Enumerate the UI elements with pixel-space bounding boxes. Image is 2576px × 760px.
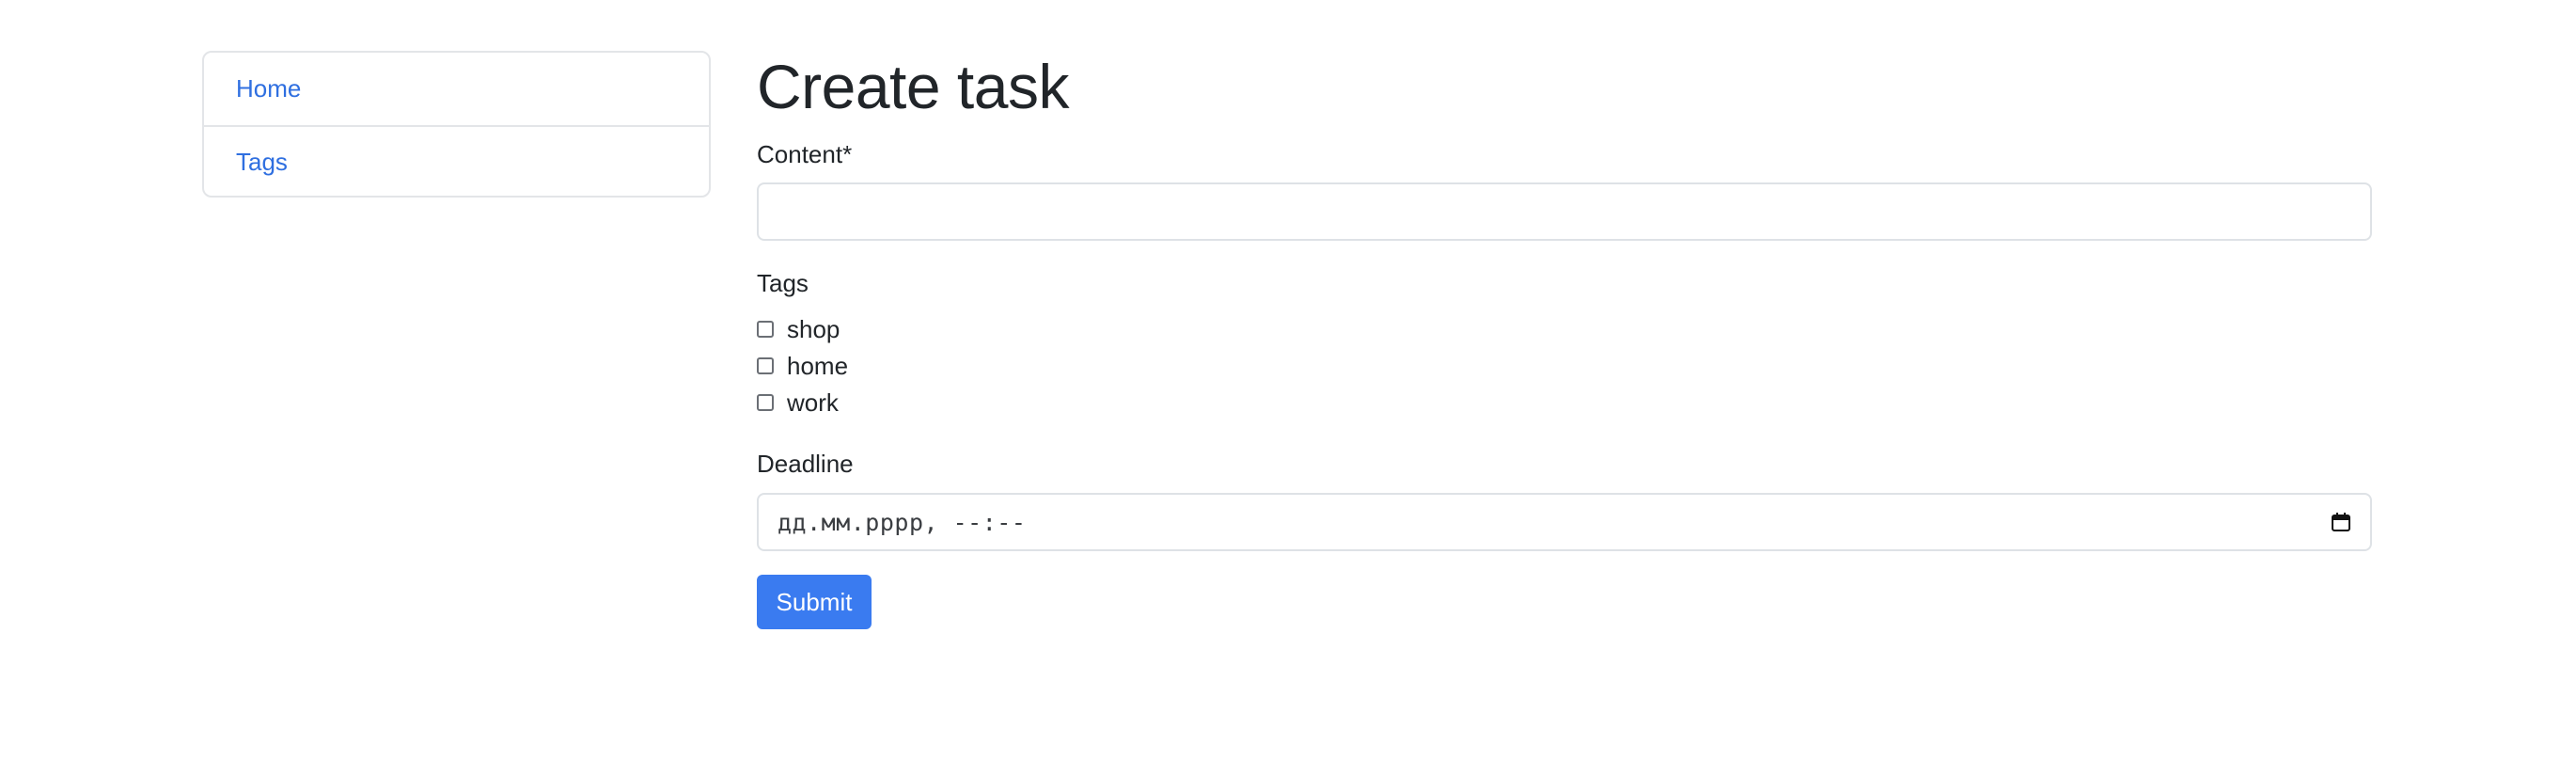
- calendar-icon[interactable]: [2331, 512, 2351, 532]
- sidebar-item-tags[interactable]: Tags: [204, 125, 709, 198]
- page: Home Tags Create task Content* Tags shop…: [0, 0, 2576, 760]
- tag-checkbox-row-shop: shop: [757, 312, 840, 346]
- deadline-input[interactable]: дд.мм.рррр, --:--: [757, 493, 2372, 551]
- content-label: Content*: [757, 140, 853, 168]
- tag-checkbox-label: shop: [787, 314, 840, 343]
- sidebar-item-label: Home: [236, 74, 302, 103]
- tag-checkbox-row-home: home: [757, 349, 848, 383]
- sidebar-nav: Home Tags: [202, 51, 711, 198]
- page-title: Create task: [757, 52, 1069, 121]
- sidebar-item-home[interactable]: Home: [204, 53, 709, 125]
- content-input[interactable]: [757, 182, 2372, 241]
- deadline-label: Deadline: [757, 450, 854, 478]
- tags-label: Tags: [757, 269, 809, 297]
- tag-checkbox-row-work: work: [757, 386, 839, 420]
- tag-checkbox-home[interactable]: [757, 357, 774, 374]
- submit-button[interactable]: Submit: [757, 575, 872, 629]
- tag-checkbox-label: home: [787, 351, 849, 380]
- tag-checkbox-shop[interactable]: [757, 321, 774, 338]
- tag-checkbox-work[interactable]: [757, 394, 774, 411]
- deadline-placeholder: дд.мм.рррр, --:--: [778, 508, 1027, 536]
- tag-checkbox-label: work: [787, 388, 839, 417]
- sidebar-item-label: Tags: [236, 148, 288, 176]
